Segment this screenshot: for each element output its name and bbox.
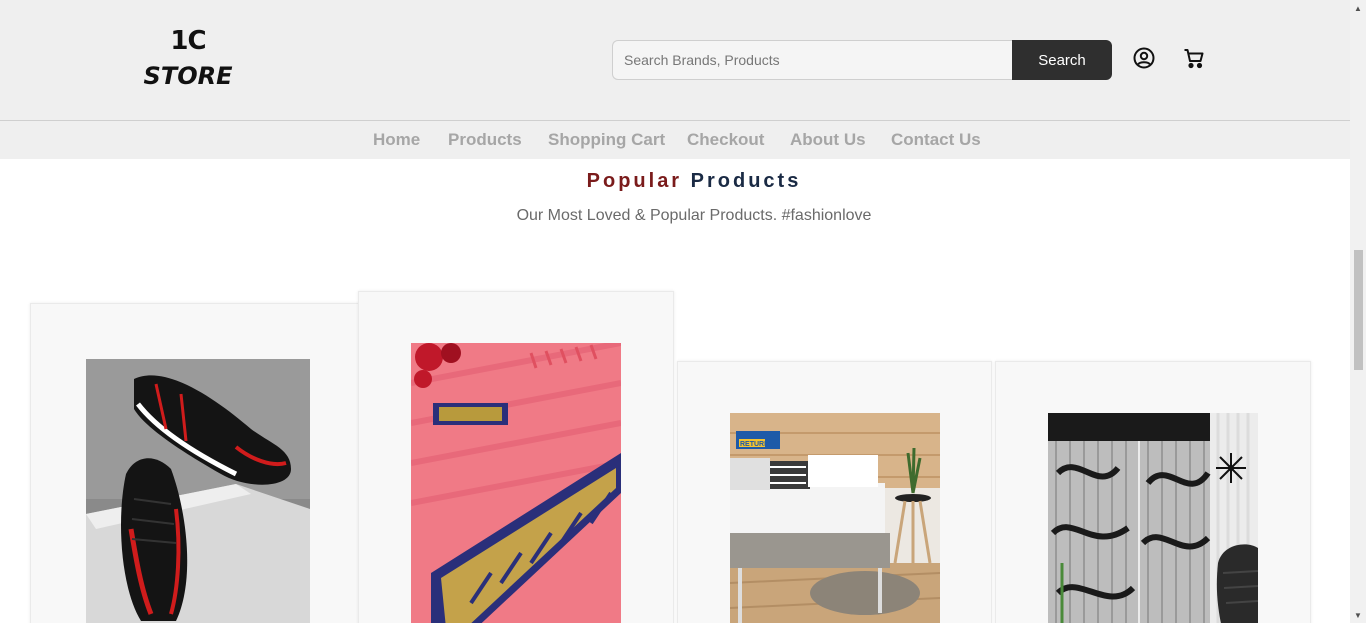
section-subtitle: Our Most Loved & Popular Products. #fash… <box>516 207 872 224</box>
product-card[interactable] <box>995 361 1311 623</box>
account-icon[interactable] <box>1131 45 1157 71</box>
nav-item-about-us[interactable]: About Us <box>790 130 866 150</box>
return-badge-text: RETURN <box>740 441 769 448</box>
scroll-down-arrow-icon[interactable]: ▼ <box>1350 607 1366 623</box>
page-scrollbar[interactable]: ▲ ▼ <box>1350 0 1366 623</box>
nav-item-products[interactable]: Products <box>448 130 522 150</box>
logo-bottom-text: STORE <box>143 62 233 90</box>
search-button[interactable]: Search <box>1012 40 1112 80</box>
scroll-up-arrow-icon[interactable]: ▲ <box>1350 0 1366 16</box>
main-nav: Home Products Shopping Cart Checkout Abo… <box>0 120 1350 159</box>
section-title-part1: Popular <box>586 170 683 192</box>
site-header: 1C STORE Search <box>0 0 1350 120</box>
mattress-bed-image: RETURN <box>730 413 940 623</box>
logo-top-text: 1C <box>170 26 206 56</box>
window-curtains-image <box>1048 413 1258 623</box>
product-card[interactable] <box>30 303 365 623</box>
search-input[interactable] <box>612 40 1014 80</box>
section-title: Popular Products <box>0 170 1366 193</box>
nav-item-checkout[interactable]: Checkout <box>687 130 764 150</box>
pink-saree-image <box>411 343 621 623</box>
product-card[interactable]: RETURN <box>677 361 992 623</box>
sports-shoes-image <box>86 359 310 623</box>
nav-item-shopping-cart[interactable]: Shopping Cart <box>548 130 665 150</box>
store-logo[interactable]: 1C STORE <box>136 26 240 92</box>
scrollbar-thumb[interactable] <box>1354 250 1363 370</box>
nav-item-contact-us[interactable]: Contact Us <box>891 130 981 150</box>
shopping-cart-icon[interactable] <box>1181 45 1207 71</box>
nav-item-home[interactable]: Home <box>373 130 420 150</box>
section-title-part2: Products <box>690 170 802 192</box>
product-card[interactable] <box>358 291 674 623</box>
